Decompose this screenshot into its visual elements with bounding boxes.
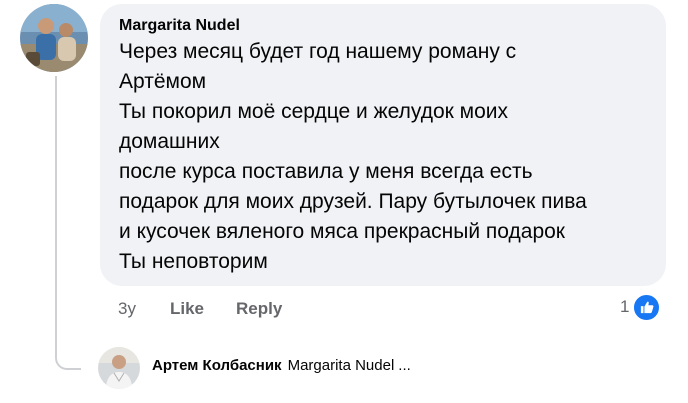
reply-mention: Margarita Nudel (287, 357, 395, 374)
comment-body-line: подарок для моих друзей. Пару бутылочек … (119, 190, 587, 213)
commenter-avatar-photo (20, 4, 88, 72)
reply-preview[interactable]: Артем Колбасник Margarita Nudel... (152, 357, 411, 374)
like-icon (632, 292, 662, 322)
comment-author[interactable]: Margarita Nudel (119, 15, 666, 37)
comment-body-line: Ты неповторим (119, 250, 268, 273)
comment-body-line: домашних (119, 130, 220, 153)
reaction-count: 1 (620, 297, 630, 316)
commenter-avatar[interactable] (20, 4, 88, 72)
comment-timestamp[interactable]: 3y (118, 299, 136, 319)
comment-body-line: Артёмом (119, 70, 207, 93)
reply-author[interactable]: Артем Колбасник (152, 357, 282, 374)
reply-ellipsis: ... (398, 357, 411, 374)
comment-body-line: Через месяц будет год нашему роману с (119, 40, 517, 63)
like-button[interactable]: Like (170, 299, 204, 319)
comment-bubble: Margarita Nudel Через месяц будет год на… (100, 4, 666, 286)
reply-author-avatar[interactable] (98, 347, 140, 389)
reply-avatar-photo (98, 347, 140, 389)
comment-actions: 3y Like Reply (118, 296, 314, 322)
comment-body: Через месяц будет год нашему роману с Ар… (119, 37, 666, 277)
comment-body-line: после курса поставила у меня всегда есть (119, 160, 533, 183)
thread-connector (55, 76, 81, 370)
reaction-summary[interactable]: 1 (620, 292, 662, 322)
reply-button[interactable]: Reply (236, 299, 282, 319)
comment-body-line: и кусочек вяленого мяса прекрасный подар… (119, 220, 565, 243)
comment-body-line: Ты покорил моё сердце и желудок моих (119, 100, 509, 123)
